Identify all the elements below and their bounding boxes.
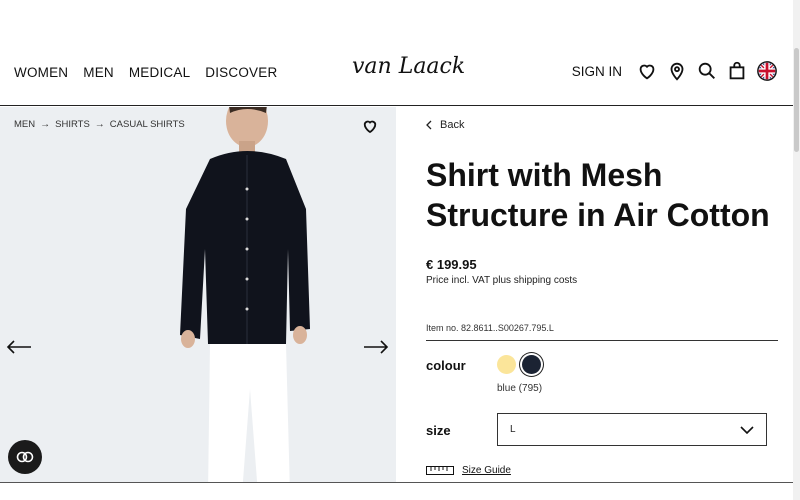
scrollbar-thumb[interactable] — [794, 48, 799, 152]
chevron-down-icon — [740, 425, 754, 434]
selected-colour: blue (795) — [497, 383, 543, 394]
previous-image-arrow-icon[interactable] — [6, 339, 32, 355]
colour-swatches — [497, 355, 541, 374]
page-scrollbar[interactable] — [793, 0, 800, 500]
divider — [0, 482, 793, 483]
product-price: € 199.95 — [426, 257, 477, 272]
search-icon[interactable] — [696, 60, 718, 82]
chat-icon — [16, 451, 34, 463]
size-select[interactable]: L — [497, 413, 767, 446]
header: WOMEN MEN MEDICAL DISCOVER van Laack SIG… — [0, 0, 793, 106]
product-title: Shirt with Mesh Structure in Air Cotton — [426, 157, 770, 233]
size-value: L — [510, 424, 516, 435]
nav-discover[interactable]: DISCOVER — [205, 65, 277, 80]
breadcrumb-shirts[interactable]: SHIRTS — [55, 119, 90, 130]
price-note: Price incl. VAT plus shipping costs — [426, 275, 578, 286]
breadcrumb-men[interactable]: MEN — [14, 119, 35, 130]
sign-in-link[interactable]: SIGN IN — [572, 64, 622, 79]
shopping-bag-icon[interactable] — [726, 60, 748, 82]
breadcrumb-casual-shirts[interactable]: CASUAL SHIRTS — [110, 119, 185, 130]
arrow-right-icon: → — [40, 119, 51, 130]
next-image-arrow-icon[interactable] — [363, 339, 389, 355]
breadcrumb: MEN → SHIRTS → CASUAL SHIRTS — [14, 119, 185, 130]
chevron-left-icon — [426, 120, 432, 130]
brand-logo[interactable]: van Laack — [352, 54, 465, 79]
ruler-icon — [426, 466, 454, 475]
chat-button[interactable] — [8, 440, 42, 474]
size-guide-label: Size Guide — [462, 465, 511, 476]
arrow-right-icon: → — [94, 119, 105, 130]
product-gallery: MEN → SHIRTS → CASUAL SHIRTS — [0, 107, 396, 482]
uk-flag-icon[interactable] — [756, 60, 778, 82]
item-number: Item no. 82.8611..S00267.795.L — [426, 323, 778, 341]
colour-swatch-yellow[interactable] — [497, 355, 516, 374]
header-actions: SIGN IN — [572, 60, 778, 82]
nav-men[interactable]: MEN — [83, 65, 114, 80]
nav-women[interactable]: WOMEN — [14, 65, 68, 80]
main-nav: WOMEN MEN MEDICAL DISCOVER — [14, 65, 277, 80]
back-link[interactable]: Back — [426, 119, 464, 131]
back-label: Back — [440, 119, 465, 131]
nav-medical[interactable]: MEDICAL — [129, 65, 190, 80]
colour-swatch-blue[interactable] — [522, 355, 541, 374]
size-label: size — [426, 423, 451, 438]
product-image — [180, 107, 310, 482]
heart-icon[interactable] — [636, 60, 658, 82]
size-guide-link[interactable]: Size Guide — [426, 465, 511, 476]
wishlist-heart-icon[interactable] — [361, 117, 379, 135]
location-pin-icon[interactable] — [666, 60, 688, 82]
colour-label: colour — [426, 358, 466, 373]
